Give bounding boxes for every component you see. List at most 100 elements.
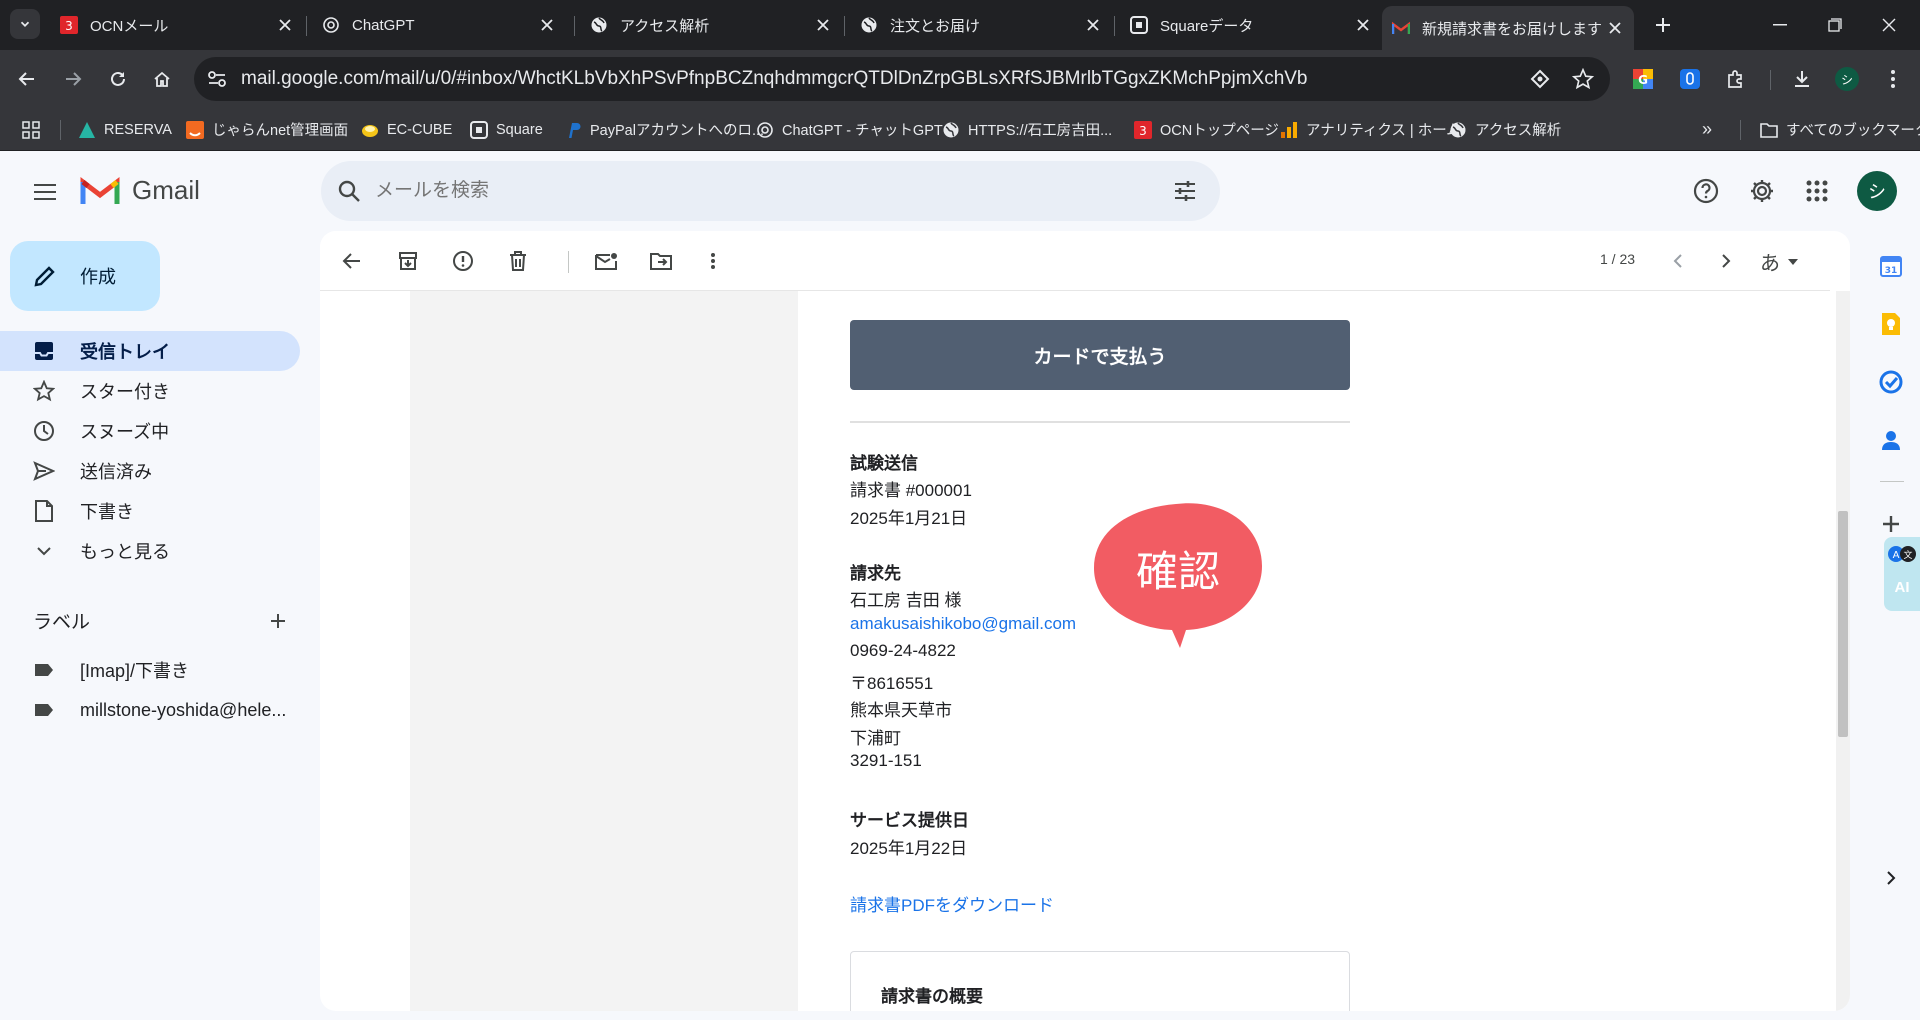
bookmark-ishikobo[interactable]: HTTPS://石工房吉田... xyxy=(942,108,1112,151)
close-tab-icon[interactable] xyxy=(1604,17,1626,39)
home-icon[interactable] xyxy=(144,61,180,97)
back-icon[interactable] xyxy=(9,61,45,97)
new-tab-icon[interactable] xyxy=(1645,7,1681,43)
tab-access-analysis[interactable]: アクセス解析 xyxy=(580,8,842,42)
mouse-extension-icon[interactable] xyxy=(1672,61,1708,97)
bookmark-access-analysis[interactable]: アクセス解析 xyxy=(1449,108,1561,151)
email-body-background: カードで支払う 試験送信 請求書 #000001 2025年1月21日 請求先 … xyxy=(410,291,1420,1011)
restore-icon[interactable] xyxy=(1810,0,1860,50)
nav-drafts[interactable]: 下書き xyxy=(0,491,300,531)
more-actions-icon[interactable] xyxy=(695,243,731,279)
confirm-stamp: 確認 xyxy=(1088,496,1268,656)
all-bookmarks-folder[interactable]: すべてのブックマーク xyxy=(1760,108,1920,151)
address-bar[interactable]: mail.google.com/mail/u/0/#inbox/WhctKLbV… xyxy=(194,57,1610,101)
menu-kebab-icon[interactable] xyxy=(1875,61,1911,97)
mark-unread-icon[interactable] xyxy=(588,243,624,279)
input-tools-button[interactable]: あ xyxy=(1760,247,1798,276)
search-bar[interactable] xyxy=(321,161,1220,221)
scrollbar-thumb[interactable] xyxy=(1838,511,1848,737)
newer-message-icon[interactable] xyxy=(1660,243,1696,279)
tab-gmail-invoice[interactable]: 新規請求書をお届けします xyxy=(1382,6,1634,50)
tab-orders[interactable]: 注文とお届け xyxy=(850,8,1112,42)
scrollbar-track[interactable] xyxy=(1836,291,1850,1011)
bookmark-star-icon[interactable] xyxy=(1572,68,1594,90)
url-text: mail.google.com/mail/u/0/#inbox/WhctKLbV… xyxy=(241,68,1308,89)
ai-translate-widget[interactable]: A文 AI xyxy=(1884,537,1920,611)
forward-icon[interactable] xyxy=(55,61,91,97)
pay-by-card-button[interactable]: カードで支払う xyxy=(850,320,1350,390)
minimize-icon[interactable] xyxy=(1755,0,1805,50)
invoice-card: カードで支払う 試験送信 請求書 #000001 2025年1月21日 請求先 … xyxy=(798,291,1420,1011)
tasks-icon[interactable] xyxy=(1874,365,1908,399)
archive-icon[interactable] xyxy=(390,243,426,279)
back-to-inbox-icon[interactable] xyxy=(334,243,370,279)
nav-starred[interactable]: スター付き xyxy=(0,371,300,411)
bookmark-jalan[interactable]: じゃらんnet管理画面 xyxy=(186,108,348,151)
bookmark-eccube[interactable]: EC-CUBE xyxy=(361,108,452,151)
search-options-icon[interactable] xyxy=(1173,179,1197,203)
tab-strip: 3 OCNメール ChatGPT アクセス解析 注文とお届け Squareデータ… xyxy=(0,0,1920,50)
gmail-logo[interactable]: Gmail xyxy=(80,175,200,206)
ai-badge: AI xyxy=(1894,579,1910,596)
label-millstone[interactable]: millstone-yoshida@hele... xyxy=(0,690,300,730)
square-icon xyxy=(1130,16,1148,34)
main-menu-icon[interactable] xyxy=(24,171,66,213)
bookmark-reserva[interactable]: RESERVA xyxy=(78,108,172,151)
download-icon[interactable] xyxy=(1784,61,1820,97)
bookmark-ocn-top[interactable]: 3 OCNトップページ xyxy=(1134,108,1279,151)
label-imap-drafts[interactable]: [Imap]/下書き xyxy=(0,650,300,690)
bookmark-chatgpt[interactable]: ChatGPT - チャットGPT xyxy=(756,108,943,151)
add-label-icon[interactable] xyxy=(258,601,298,641)
compose-button[interactable]: 作成 xyxy=(10,241,160,311)
site-info-icon[interactable] xyxy=(206,68,228,90)
help-icon[interactable] xyxy=(1686,171,1726,211)
tab-ocn-mail[interactable]: 3 OCNメール xyxy=(50,8,304,42)
account-avatar[interactable]: シ xyxy=(1857,171,1897,211)
contacts-icon[interactable] xyxy=(1874,423,1908,457)
settings-gear-icon[interactable] xyxy=(1742,171,1782,211)
lens-icon[interactable] xyxy=(1530,69,1550,89)
google-apps-icon[interactable] xyxy=(1797,171,1837,211)
more-bookmarks-button[interactable]: » xyxy=(1702,108,1712,151)
apps-grid-icon[interactable] xyxy=(22,108,40,151)
extensions-icon[interactable] xyxy=(1718,61,1754,97)
nav-inbox[interactable]: 受信トレイ xyxy=(0,331,300,371)
nav-snoozed[interactable]: スヌーズ中 xyxy=(0,411,300,451)
download-pdf-link[interactable]: 請求書PDFをダウンロード xyxy=(850,891,1054,916)
nav-more[interactable]: もっと見る xyxy=(0,531,300,571)
close-tab-icon[interactable] xyxy=(1082,14,1104,36)
keep-icon[interactable] xyxy=(1874,307,1908,341)
older-message-icon[interactable] xyxy=(1708,243,1744,279)
bookmark-square[interactable]: Square xyxy=(470,108,543,151)
bookmark-paypal[interactable]: PayPalアカウントへのロ... xyxy=(564,108,764,151)
tab-search-button[interactable] xyxy=(10,9,40,39)
search-input[interactable] xyxy=(375,173,1135,209)
nav-sent[interactable]: 送信済み xyxy=(0,451,300,491)
chevron-down-icon xyxy=(20,21,30,27)
profile-avatar[interactable]: シ xyxy=(1829,61,1865,97)
window-close-icon[interactable] xyxy=(1864,0,1914,50)
service-date-heading: サービス提供日 xyxy=(850,811,969,830)
bookmark-analytics[interactable]: アナリティクス | ホーム xyxy=(1280,108,1461,151)
bookmarks-bar: RESERVA じゃらんnet管理画面 EC-CUBE Square PayPa… xyxy=(0,108,1920,151)
calendar-icon[interactable]: 31 xyxy=(1874,249,1908,283)
tab-square-data[interactable]: Squareデータ xyxy=(1120,8,1382,42)
expand-panel-icon[interactable] xyxy=(1874,861,1908,895)
google-extension-icon[interactable]: G xyxy=(1625,61,1661,97)
delete-trash-icon[interactable] xyxy=(500,243,536,279)
billto-email-link[interactable]: amakusaishikobo@gmail.com xyxy=(850,614,1076,634)
close-tab-icon[interactable] xyxy=(812,14,834,36)
close-tab-icon[interactable] xyxy=(1352,14,1374,36)
report-spam-icon[interactable] xyxy=(445,243,481,279)
search-icon[interactable] xyxy=(337,179,361,203)
gmail-icon xyxy=(1392,19,1410,37)
invoice-number: 請求書 #000001 xyxy=(850,481,972,500)
get-addons-icon[interactable] xyxy=(1874,507,1908,541)
reload-icon[interactable] xyxy=(100,61,136,97)
close-tab-icon[interactable] xyxy=(274,14,296,36)
svg-text:3: 3 xyxy=(1139,124,1147,138)
close-tab-icon[interactable] xyxy=(536,14,558,36)
tab-chatgpt[interactable]: ChatGPT xyxy=(312,8,566,42)
move-to-icon[interactable] xyxy=(643,243,679,279)
chevron-down-icon xyxy=(32,539,56,563)
